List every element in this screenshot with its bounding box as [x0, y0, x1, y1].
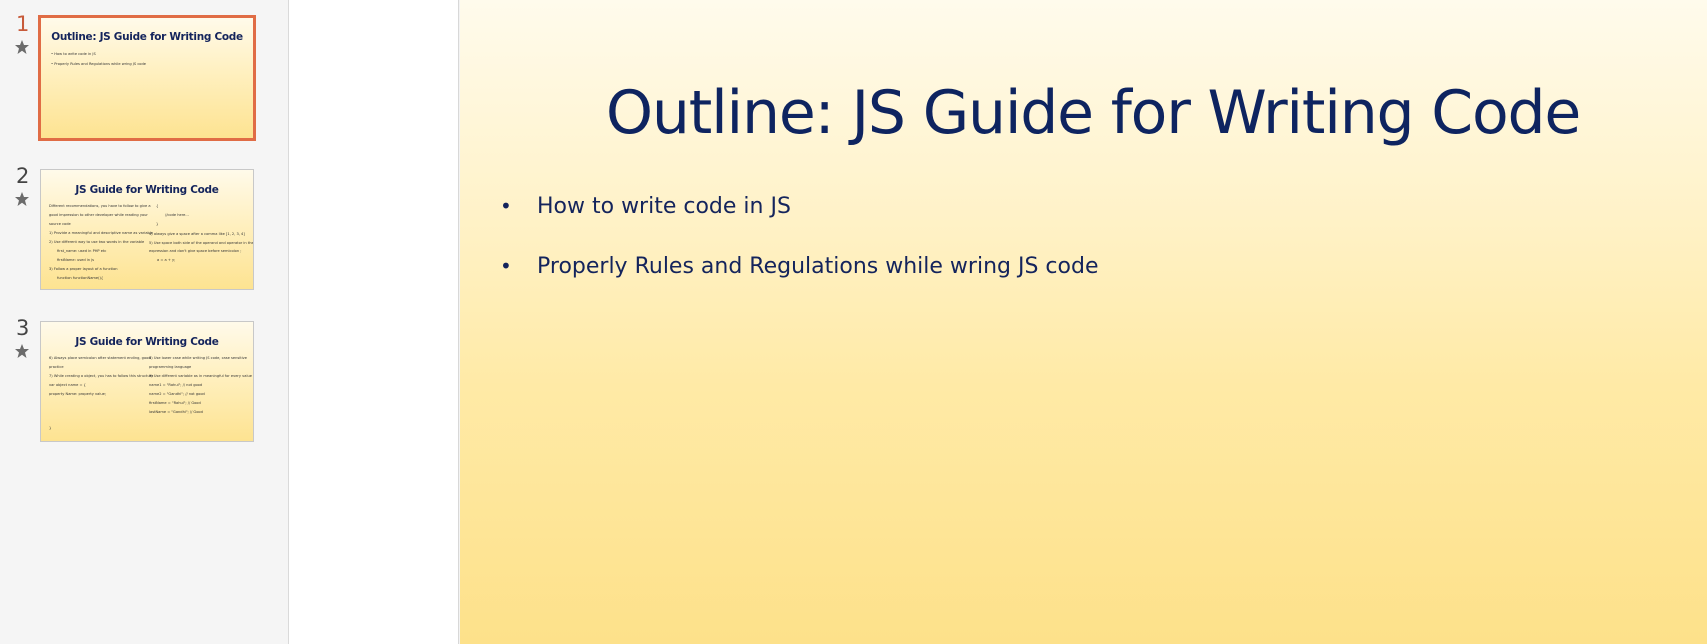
- thumbnail-text-line: var object name = {: [49, 383, 86, 387]
- slide-thumbnail-pane[interactable]: 1 Outline: JS Guide for Writing Code • H…: [0, 0, 289, 644]
- slide-canvas[interactable]: Outline: JS Guide for Writing Code • How…: [460, 0, 1707, 644]
- star-icon[interactable]: [14, 39, 30, 55]
- thumbnail-bullet: • How to write code in JS: [51, 52, 96, 56]
- slide-thumbnail-2[interactable]: JS Guide for Writing Code Different reco…: [40, 169, 254, 290]
- bullet-text: Properly Rules and Regulations while wri…: [537, 254, 1099, 279]
- thumbnail-text-line: }: [156, 222, 159, 226]
- thumbnail-text-line: 8) Use lower case while writing JS code,…: [149, 356, 247, 360]
- thumbnail-text-line: 2) Use different way to use two words in…: [49, 240, 145, 244]
- thumbnail-text-line: property Name: property value;: [49, 392, 107, 396]
- slide-thumbnail-3[interactable]: JS Guide for Writing Code 6) Always plac…: [40, 321, 254, 442]
- thumbnail-text-line: 7) While creating a object, you has to f…: [49, 374, 154, 378]
- thumbnail-text-line: {: [156, 204, 159, 208]
- thumbnail-text-line: 4) always give a space after a comma lik…: [149, 232, 245, 236]
- thumbnail-text-line: lastName = "Gandhi"; // Good: [149, 410, 203, 414]
- thumbnail-text-line: firstName: used in js: [57, 258, 95, 262]
- thumbnail-text-line: function functionName(){: [57, 276, 104, 280]
- slide-number-2: 2: [16, 164, 30, 188]
- star-icon[interactable]: [14, 191, 30, 207]
- thumbnail-text-line: good impression to other developer while…: [49, 213, 148, 217]
- star-icon[interactable]: [14, 343, 30, 359]
- editor-gap: [289, 0, 459, 644]
- thumbnail-text-line: 3) Follow a proper layout of a function: [49, 267, 118, 271]
- thumbnail-text-line: name2 = "Gandhi"; // not good: [149, 392, 205, 396]
- thumbnail-title: JS Guide for Writing Code: [75, 336, 219, 348]
- thumbnail-text-line: 1) Provide a meaningful and descriptive …: [49, 231, 154, 235]
- thumbnail-text-line: Different recommendations, you have to f…: [49, 204, 151, 208]
- slide-number-1: 1: [16, 12, 30, 36]
- thumbnail-text-line: name1 = "Rahul"; // not good: [149, 383, 203, 387]
- thumbnail-title: JS Guide for Writing Code: [75, 184, 219, 196]
- thumbnail-text-line: }: [49, 426, 52, 430]
- bullet-text: How to write code in JS: [537, 194, 791, 219]
- thumbnail-text-line: source code: [49, 222, 71, 226]
- slide-number-3: 3: [16, 316, 30, 340]
- thumbnail-title: Outline: JS Guide for Writing Code: [51, 31, 243, 43]
- slide-thumbnail-1[interactable]: Outline: JS Guide for Writing Code • How…: [38, 15, 256, 141]
- thumbnail-text-line: 5) Use space both side of the operand an…: [149, 241, 254, 245]
- slide-title[interactable]: Outline: JS Guide for Writing Code: [460, 78, 1707, 148]
- thumbnail-text-line: programming language: [149, 365, 192, 369]
- thumbnail-text-line: firstName = "Rahul"; // Good: [149, 401, 201, 405]
- thumbnail-text-line: //code here...: [165, 213, 189, 217]
- thumbnail-text-line: practice: [49, 365, 64, 369]
- thumbnail-text-line: 6) Always place semicolon after statemen…: [49, 356, 151, 360]
- thumbnail-text-line: expression and don't give space before s…: [149, 249, 242, 253]
- bullet-dot-icon: •: [500, 254, 512, 278]
- thumbnail-text-line: first_name: used in PHP etc: [57, 249, 107, 253]
- thumbnail-text-line: 9) Use different variable as in meaningf…: [149, 374, 252, 378]
- thumbnail-bullet: • Properly Rules and Regulations while w…: [51, 62, 146, 66]
- thumbnail-text-line: a = a + y;: [157, 258, 176, 262]
- bullet-dot-icon: •: [500, 194, 512, 218]
